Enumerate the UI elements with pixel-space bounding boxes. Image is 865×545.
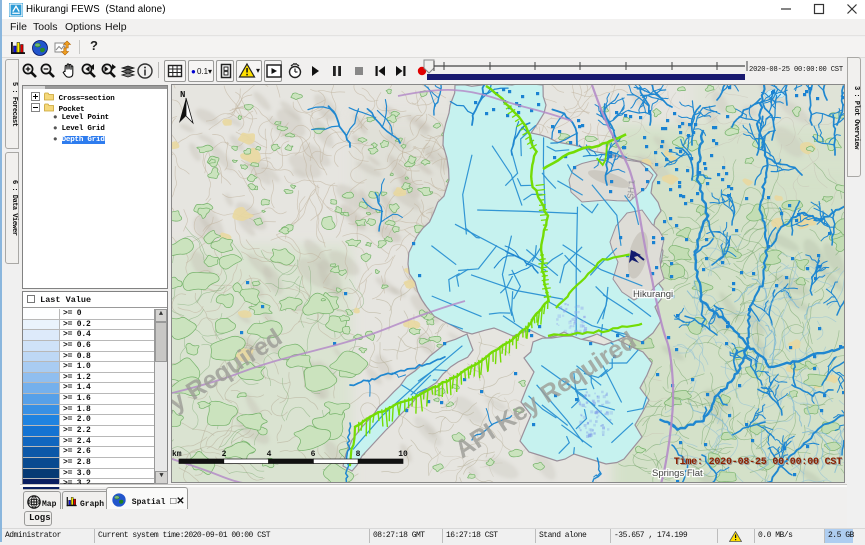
svg-text:Time: 2020-08-25 00:00:00 CST: Time: 2020-08-25 00:00:00 CST [674, 456, 842, 468]
svg-text:6: 6 [311, 450, 316, 459]
svg-text:km: km [172, 450, 182, 459]
svg-text:Springs Flat: Springs Flat [652, 468, 703, 479]
svg-text:Hikurangi: Hikurangi [633, 289, 673, 300]
svg-text:4: 4 [267, 450, 272, 459]
svg-text:SH 1: SH 1 [625, 179, 637, 199]
svg-text:8: 8 [356, 450, 361, 459]
svg-text:N: N [180, 90, 185, 100]
svg-text:10: 10 [398, 450, 408, 459]
svg-text:2: 2 [222, 450, 227, 459]
